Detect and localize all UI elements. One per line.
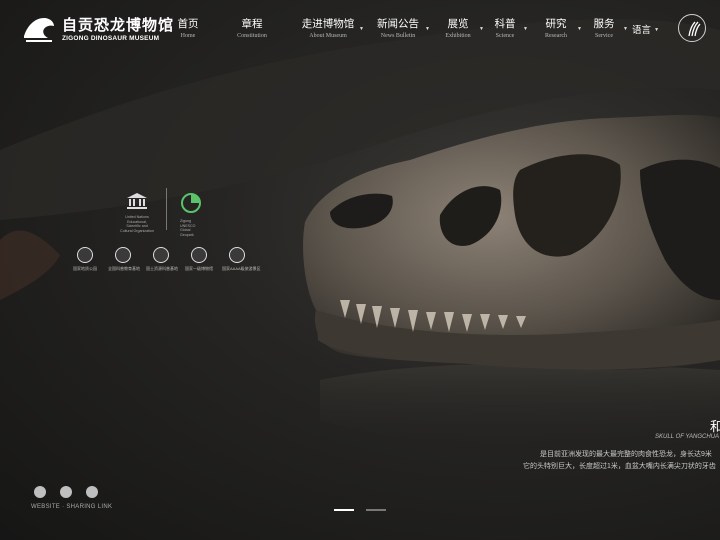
main-nav: 首页 Home 章程 Constitution 走进博物馆 About Muse… (168, 17, 629, 41)
geopark-caption: Zigong UNESCO Global Geopark (180, 219, 196, 237)
unesco-temple-icon (127, 193, 147, 209)
carousel-pagination (334, 509, 386, 511)
slide-description-line: 是目前亚洲发现的最大最完整的肉食性恐龙，身长达9米 (540, 451, 712, 458)
nav-item-home[interactable]: 首页 Home (168, 17, 208, 41)
dropdown-caret-icon: ▼ (577, 26, 582, 32)
nav-label-cn: 首页 (177, 18, 199, 30)
slide-description-line: 它的头特别巨大，长度超过1米，血盆大嘴内长满尖刀状的牙齿 (523, 463, 716, 470)
nav-label-en: Service (595, 33, 613, 39)
nav-item-constitution[interactable]: 章程 Constitution (218, 17, 286, 41)
badge-item: 国土资源科普基地 (146, 247, 178, 272)
share-links (34, 486, 98, 498)
nav-item-exhibition[interactable]: 展览 Exhibition ▼ (438, 17, 484, 41)
aaaa-scenic-badge-icon (229, 247, 245, 263)
nav-label-en: Constitution (237, 33, 267, 39)
unesco-emblem: United Nations Educational, Scientific a… (120, 192, 154, 233)
nav-label-cn: 服务 (593, 18, 615, 30)
badge-item: 国家一级博物馆 (184, 247, 214, 272)
menu-button[interactable] (678, 14, 706, 42)
badge-divider (166, 188, 167, 230)
nav-label-en: Exhibition (445, 33, 471, 39)
first-class-museum-badge-icon (191, 247, 207, 263)
language-label: 语言 (632, 25, 652, 36)
nav-label-cn: 研究 (545, 18, 567, 30)
carousel-dot-1[interactable] (334, 509, 354, 511)
nav-item-news-bulletin[interactable]: 新闻公告 News Bulletin ▼ (372, 17, 430, 41)
badge-label: 国家AAAA级旅游景区 (222, 266, 261, 271)
slide-subtitle: SKULL OF YANGCHUA (655, 434, 720, 440)
wechat-icon[interactable] (34, 486, 46, 498)
nav-label-en: News Bulletin (380, 33, 416, 39)
logo-chinese-name: 自贡恐龙博物馆 (62, 15, 175, 34)
nav-item-science[interactable]: 科普 Science ▼ (488, 17, 529, 41)
honor-badges: 国家地质公园 全国科普教育基地 国土资源科普基地 国家一级博物馆 国家AAAA级… (70, 247, 261, 272)
share-label: WEBSITE · SHARING LINK (31, 504, 113, 510)
geopark-badge-icon (77, 247, 93, 263)
nav-label-en: Research (545, 33, 567, 39)
nav-item-service[interactable]: 服务 Service ▼ (586, 17, 629, 41)
carousel-dot-2[interactable] (366, 509, 386, 511)
dropdown-caret-icon: ▼ (479, 26, 484, 32)
badge-item: 国家AAAA级旅游景区 (222, 247, 261, 272)
geopark-emblem: Zigong UNESCO Global Geopark (180, 192, 204, 237)
claw-marks-icon (688, 21, 701, 37)
badge-label: 国土资源科普基地 (146, 266, 178, 271)
dropdown-caret-icon: ▼ (359, 26, 364, 32)
badge-label: 全国科普教育基地 (108, 266, 140, 271)
language-selector[interactable]: 语言 ▼ (632, 22, 659, 36)
badge-label: 国家一级博物馆 (185, 266, 213, 271)
logo-english-name: ZIGONG DINOSAUR MUSEUM (62, 34, 160, 42)
badge-label: 国家地质公园 (73, 266, 97, 271)
geopark-icon (181, 193, 201, 213)
nav-label-cn: 展览 (447, 18, 469, 30)
badge-item: 国家地质公园 (70, 247, 100, 272)
dropdown-caret-icon: ▼ (654, 27, 660, 33)
nav-label-en: Home (180, 33, 196, 39)
badge-item: 全国科普教育基地 (108, 247, 140, 272)
land-resources-badge-icon (153, 247, 169, 263)
nav-item-research[interactable]: 研究 Research ▼ (536, 17, 582, 41)
nav-label-cn: 科普 (494, 18, 516, 30)
weibo-icon[interactable] (86, 486, 98, 498)
dropdown-caret-icon: ▼ (425, 26, 430, 32)
nav-label-en: About Museum (309, 33, 347, 39)
qq-icon[interactable] (60, 486, 72, 498)
nav-label-cn: 章程 (241, 18, 263, 30)
nav-label-en: Science (495, 33, 515, 39)
dropdown-caret-icon: ▼ (523, 26, 528, 32)
unesco-caption: United Nations Educational, Scientific a… (120, 215, 154, 233)
museum-logo[interactable]: 自贡恐龙博物馆 ZIGONG DINOSAUR MUSEUM (22, 14, 174, 44)
nav-item-about-museum[interactable]: 走进博物馆 About Museum ▼ (298, 17, 364, 41)
dropdown-caret-icon: ▼ (623, 26, 628, 32)
dinosaur-logo-icon (24, 18, 54, 42)
nav-label-cn: 新闻公告 (377, 18, 419, 30)
slide-title: 和 (710, 419, 720, 434)
science-base-badge-icon (115, 247, 131, 263)
nav-label-cn: 走进博物馆 (301, 18, 355, 30)
